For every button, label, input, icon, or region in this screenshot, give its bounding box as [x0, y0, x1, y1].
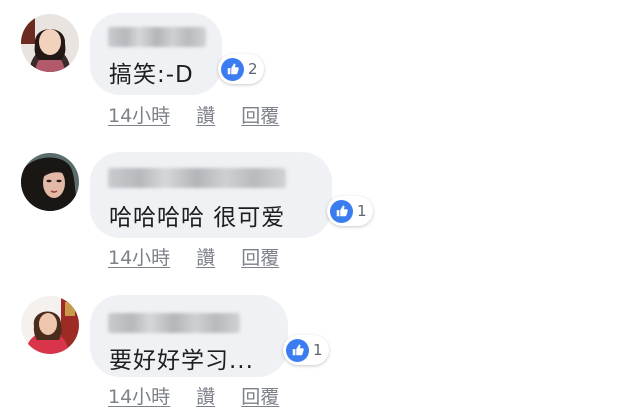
blurred-author-name[interactable] — [108, 313, 240, 333]
comment-bubble: 要好好学习... — [90, 295, 288, 377]
thumbs-up-icon — [286, 338, 309, 362]
reaction-badge[interactable]: 1 — [283, 335, 329, 365]
reaction-count: 1 — [357, 202, 367, 220]
reaction-count: 1 — [313, 341, 323, 359]
thumbs-up-icon — [330, 199, 353, 223]
avatar[interactable] — [21, 296, 79, 354]
like-button[interactable]: 讚 — [196, 382, 215, 409]
like-button[interactable]: 讚 — [196, 243, 215, 270]
comment-bubble: 哈哈哈哈 很可爱 — [90, 152, 332, 238]
reaction-count: 2 — [248, 60, 258, 78]
reaction-badge[interactable]: 2 — [218, 54, 264, 84]
blurred-author-name[interactable] — [108, 168, 286, 188]
reaction-badge[interactable]: 1 — [327, 196, 373, 226]
comment-text: 哈哈哈哈 很可爱 — [109, 205, 286, 231]
reply-button[interactable]: 回覆 — [241, 382, 279, 409]
comment-text: 搞笑:-D — [109, 62, 194, 88]
comment-actions: 14小時 讚 回覆 — [108, 101, 305, 128]
comment-actions: 14小時 讚 回覆 — [108, 243, 305, 270]
blurred-author-name[interactable] — [108, 27, 206, 47]
timestamp-link[interactable]: 14小時 — [108, 382, 170, 409]
like-button[interactable]: 讚 — [196, 101, 215, 128]
timestamp-link[interactable]: 14小時 — [108, 243, 170, 270]
avatar[interactable] — [21, 14, 79, 72]
comment-actions: 14小時 讚 回覆 — [108, 382, 305, 409]
timestamp-link[interactable]: 14小時 — [108, 101, 170, 128]
comment-text: 要好好学习... — [109, 348, 254, 374]
comment-bubble: 搞笑:-D — [90, 13, 222, 95]
thumbs-up-icon — [221, 57, 244, 81]
reply-button[interactable]: 回覆 — [241, 101, 279, 128]
avatar[interactable] — [21, 153, 79, 211]
reply-button[interactable]: 回覆 — [241, 243, 279, 270]
